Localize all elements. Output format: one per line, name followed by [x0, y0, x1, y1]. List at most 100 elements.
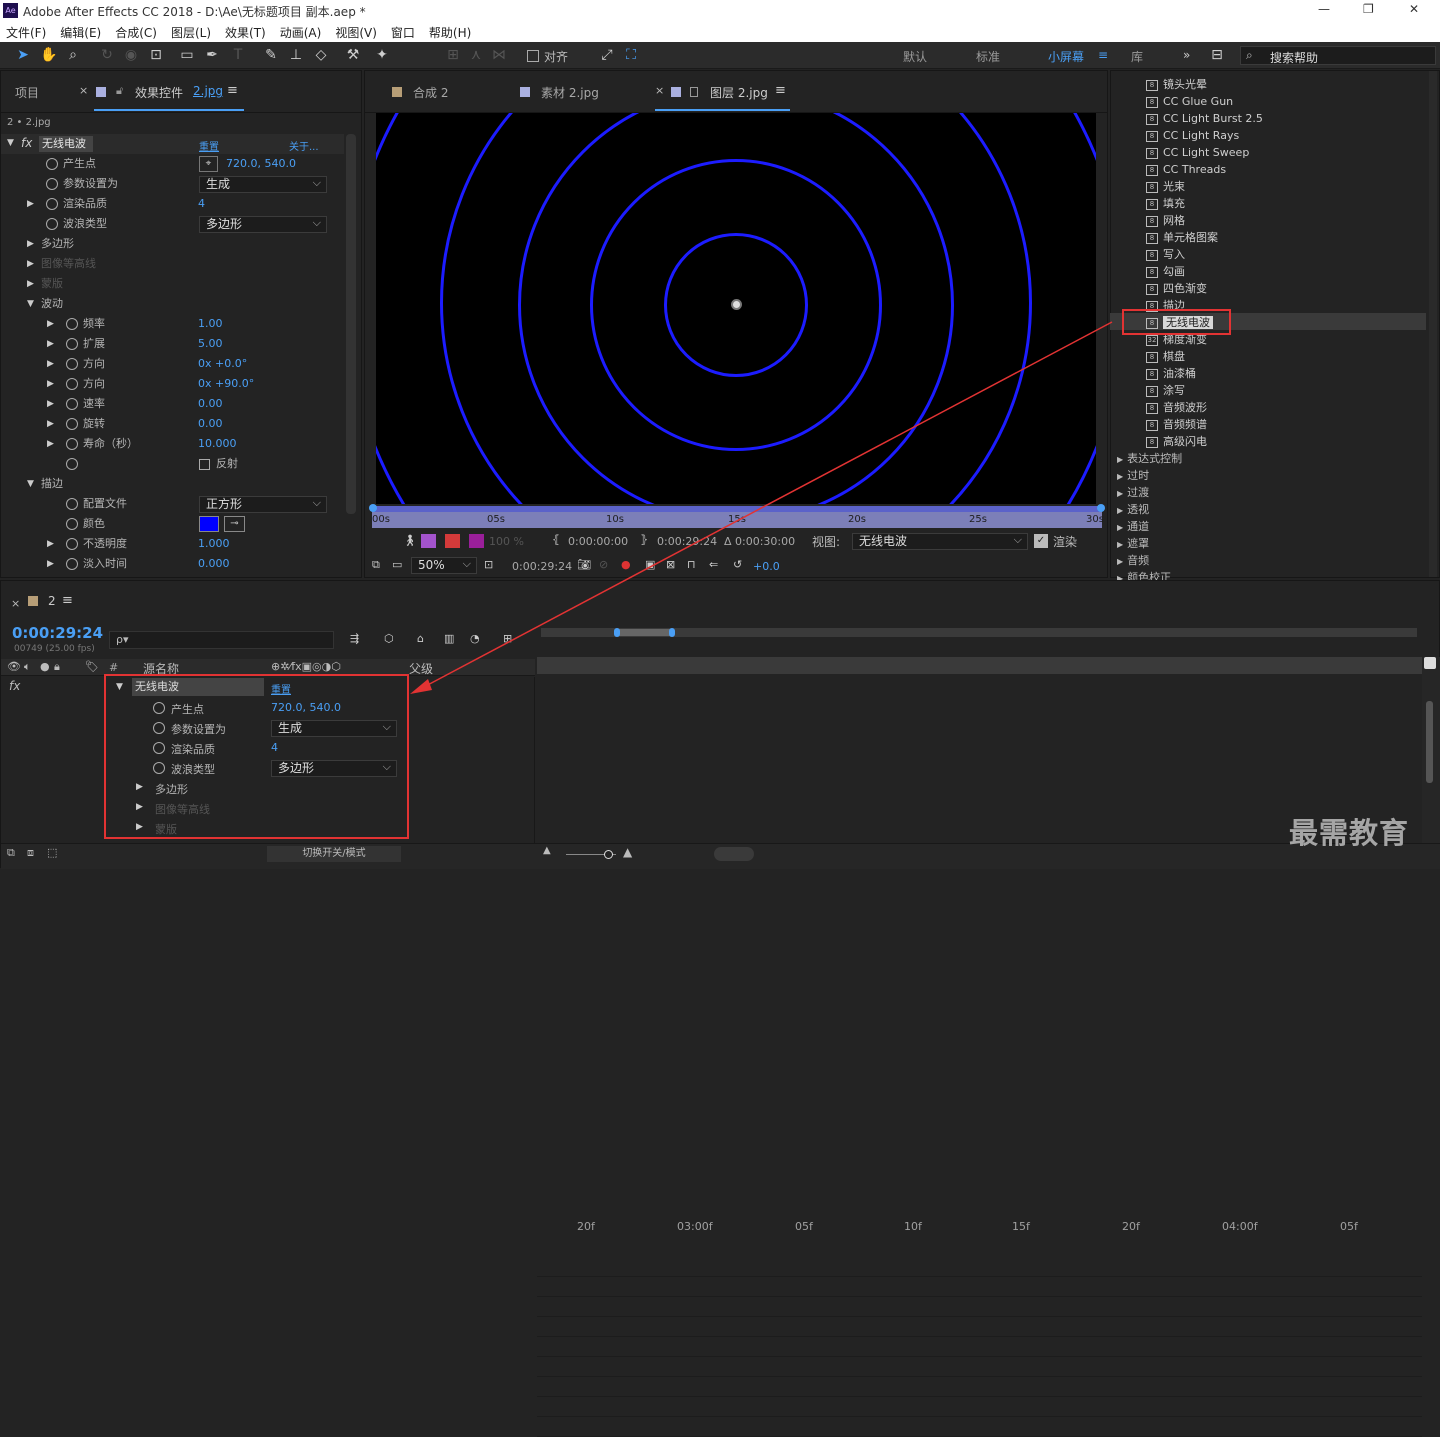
- expand-icon[interactable]: ▶: [47, 414, 54, 434]
- effect-list-item[interactable]: 8 音频波形: [1146, 399, 1207, 416]
- channels-icon[interactable]: ●: [621, 558, 631, 571]
- effect-list-item[interactable]: 8 音频频谱: [1146, 416, 1207, 433]
- reset-link[interactable]: 重置: [199, 138, 219, 153]
- crosshair-icon[interactable]: ⌖: [199, 156, 218, 172]
- timeline-scroll-thumb[interactable]: [1426, 701, 1433, 783]
- property-value[interactable]: 10.000: [198, 434, 237, 454]
- effect-list-item[interactable]: 8 网格: [1146, 212, 1185, 229]
- stopwatch-icon[interactable]: [46, 218, 58, 230]
- effect-list-item[interactable]: 8 CC Light Sweep: [1146, 144, 1249, 161]
- workspace-small-screen[interactable]: 小屏幕: [1048, 48, 1084, 65]
- toggle-switches-modes-button[interactable]: 切换开关/模式: [267, 846, 401, 862]
- grid-icon[interactable]: ▣: [645, 558, 655, 571]
- layer-time-ruler[interactable]: 00s 05s 10s 15s 20s 25s 30s: [369, 504, 1105, 528]
- workspace-library[interactable]: 库: [1131, 48, 1143, 65]
- roto-brush-tool-icon[interactable]: ⚒: [344, 47, 362, 64]
- menu-animation[interactable]: 动画(A): [280, 24, 322, 41]
- shy-layers-icon[interactable]: ⌂: [417, 632, 424, 645]
- brush-tool-icon[interactable]: ✎: [262, 47, 280, 64]
- eraser-tool-icon[interactable]: ◇: [312, 47, 330, 64]
- view-dropdown[interactable]: 无线电波: [852, 532, 1028, 550]
- effect-list-item[interactable]: 8 CC Light Rays: [1146, 127, 1239, 144]
- tab-layer[interactable]: 图层 2.jpg: [710, 84, 768, 101]
- stopwatch-icon[interactable]: [46, 198, 58, 210]
- more-workspaces-button[interactable]: »: [1183, 48, 1190, 62]
- snap-options-icon[interactable]: ⤢: [598, 47, 616, 64]
- draft-3d-icon[interactable]: ⬡: [384, 632, 394, 645]
- zoom-tool-icon[interactable]: ⌕: [64, 47, 82, 64]
- menu-window[interactable]: 窗口: [391, 24, 415, 41]
- workspace-menu-icon[interactable]: ≡: [1098, 48, 1108, 62]
- effect-list-item[interactable]: 8 CC Glue Gun: [1146, 93, 1233, 110]
- expand-icon[interactable]: ▶: [1117, 489, 1123, 498]
- solo-switch-icon[interactable]: ●: [40, 660, 50, 673]
- effect-list-item[interactable]: 8 四色渐变: [1146, 280, 1207, 297]
- navigator-end-handle[interactable]: [669, 628, 675, 637]
- expand-icon[interactable]: ▶: [47, 354, 54, 374]
- layer-switches-toggle-icon[interactable]: ⧉: [7, 846, 15, 860]
- effect-list-item[interactable]: 8 棋盘: [1146, 348, 1185, 365]
- property-value[interactable]: 720.0, 540.0: [226, 154, 296, 174]
- magnification-dropdown[interactable]: 50%: [411, 556, 477, 574]
- rectangle-tool-icon[interactable]: ▭: [178, 47, 196, 64]
- video-switch-icon[interactable]: 👁︎: [7, 660, 21, 673]
- expand-icon[interactable]: ▶: [1117, 455, 1123, 464]
- expand-icon[interactable]: ▶: [27, 194, 34, 214]
- viewer-menu-icon[interactable]: ≡: [775, 83, 786, 98]
- stopwatch-icon[interactable]: [66, 558, 78, 570]
- collapse-icon[interactable]: ▼: [27, 474, 34, 494]
- expand-effect-icon[interactable]: ▼: [7, 138, 14, 148]
- lock-icon[interactable]: 🔓︎: [116, 84, 123, 98]
- timeline-comp-tab[interactable]: 2: [48, 594, 56, 608]
- project-tab[interactable]: 项目: [15, 84, 39, 101]
- help-search-field[interactable]: ⌕ 搜索帮助: [1240, 46, 1436, 65]
- work-area-bar[interactable]: [372, 506, 1102, 512]
- layer-switches-icon[interactable]: ⊕✲⁄fx▣◎◑⬡: [271, 660, 341, 673]
- expand-icon[interactable]: ▶: [47, 534, 54, 554]
- property-value[interactable]: 5.00: [198, 334, 223, 354]
- selection-tool-icon[interactable]: ➤: [14, 47, 32, 64]
- timeline-v-scrollbar[interactable]: [1422, 657, 1440, 845]
- expand-icon[interactable]: ▶: [27, 274, 34, 294]
- onion-color-icon[interactable]: [469, 534, 484, 548]
- set-out-icon[interactable]: ⦄: [640, 533, 648, 546]
- close-layer-tab-icon[interactable]: ×: [655, 84, 664, 97]
- snapshot-icon[interactable]: 📷︎: [577, 558, 591, 571]
- restore-button[interactable]: ❐: [1363, 2, 1374, 16]
- effect-category[interactable]: ▶ 通道: [1117, 518, 1149, 535]
- effect-category[interactable]: ▶ 过时: [1117, 467, 1149, 484]
- menu-help[interactable]: 帮助(H): [429, 24, 471, 41]
- collapse-icon[interactable]: ▼: [27, 294, 34, 314]
- effect-controls-file[interactable]: 2.jpg: [193, 84, 223, 98]
- property-value[interactable]: 0.00: [198, 414, 223, 434]
- effects-scrollbar[interactable]: [1429, 71, 1437, 577]
- property-value[interactable]: 0x +0.0°: [198, 354, 247, 374]
- close-button[interactable]: ✕: [1409, 2, 1419, 16]
- exposure-value[interactable]: +0.0: [753, 560, 780, 573]
- layer-lock-icon[interactable]: [690, 87, 698, 97]
- fx-icon[interactable]: fx: [21, 136, 32, 150]
- expand-icon[interactable]: ▶: [47, 334, 54, 354]
- guides-icon[interactable]: ⊓: [687, 558, 696, 571]
- time-navigator[interactable]: [541, 628, 1417, 637]
- close-tab-icon[interactable]: ×: [79, 84, 88, 97]
- property-dropdown[interactable]: 正方形: [199, 495, 327, 513]
- timeline-timecode[interactable]: 0:00:29:24: [12, 624, 103, 642]
- stopwatch-icon[interactable]: [46, 158, 58, 170]
- reset-exposure-icon[interactable]: ↺: [733, 558, 742, 571]
- stopwatch-icon[interactable]: [66, 458, 78, 470]
- expand-icon[interactable]: ▶: [27, 254, 34, 274]
- label-column-icon[interactable]: 🏷︎: [85, 660, 99, 673]
- property-value[interactable]: 0x +90.0°: [198, 374, 254, 394]
- effect-list-item[interactable]: 8 油漆桶: [1146, 365, 1196, 382]
- stopwatch-icon[interactable]: [66, 378, 78, 390]
- stopwatch-icon[interactable]: [46, 178, 58, 190]
- timeline-menu-icon[interactable]: ≡: [62, 593, 73, 608]
- onion-skin-icon[interactable]: [421, 534, 436, 548]
- menu-layer[interactable]: 图层(L): [171, 24, 211, 41]
- color-swatch[interactable]: [199, 516, 219, 532]
- frame-blending-icon[interactable]: ▥: [444, 632, 454, 645]
- expand-icon[interactable]: ▶: [47, 394, 54, 414]
- menu-edit[interactable]: 编辑(E): [60, 24, 101, 41]
- stopwatch-icon[interactable]: [66, 518, 78, 530]
